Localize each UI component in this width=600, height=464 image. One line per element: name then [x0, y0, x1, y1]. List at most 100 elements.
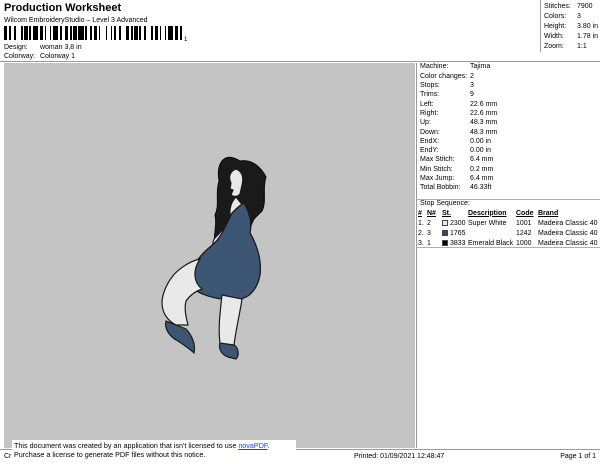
info-row: Trims: 9 — [417, 91, 600, 100]
info-label: EndX: — [420, 137, 440, 145]
col-code: Code — [516, 209, 534, 217]
license-notice: This document was created by an applicat… — [12, 440, 296, 462]
stop-row: 2. 3 1765 1242 Madeira Classic 40 — [417, 229, 600, 239]
notice-text: This document was created by an applicat… — [14, 441, 239, 450]
info-value: 6.4 mm — [470, 175, 494, 183]
software-name: Wilcom EmbroideryStudio – Level 3 Advanc… — [4, 17, 148, 24]
stop-table-header: # N# St. Description Code Brand — [417, 209, 600, 219]
info-row: Min Stitch: 0.2 mm — [417, 165, 600, 174]
col-description: Description — [468, 209, 507, 217]
summary-label: Height: — [544, 22, 567, 30]
summary-row: Colors: 3 — [544, 12, 600, 22]
info-row: EndY: 0.00 in — [417, 147, 600, 156]
stitch-count: 1765 — [449, 229, 466, 237]
page-title: Production Worksheet — [4, 2, 122, 14]
summary-value: 3 — [577, 12, 581, 20]
design-row: Design: woman 3,8 in — [4, 44, 82, 52]
info-value: 22.6 mm — [470, 109, 498, 117]
colorway-row: Colorway: Colorway 1 — [4, 53, 75, 61]
summary-row: Stitches: 7900 — [544, 2, 600, 12]
info-value: 9 — [470, 91, 474, 99]
info-value: 46.33ft — [470, 184, 492, 192]
summary-value: 1:1 — [577, 42, 587, 50]
standing-shoe-shape — [218, 342, 239, 360]
info-row: Max Stitch: 6.4 mm — [417, 156, 600, 165]
stop-code: 1001 — [516, 219, 532, 227]
summary-value: 3.80 in — [577, 22, 599, 30]
info-label: Down: — [420, 128, 440, 136]
color-swatch — [442, 219, 448, 226]
info-row: Color changes: 2 — [417, 72, 600, 81]
info-row: Left: 22.6 mm — [417, 100, 600, 109]
raised-shoe-shape — [165, 320, 196, 355]
printed-timestamp: Printed: 01/09/2021 12:48:47 — [354, 453, 445, 460]
info-row: EndX: 0.00 in — [417, 137, 600, 146]
summary-label: Zoom: — [544, 42, 564, 50]
info-label: Max Jump: — [420, 175, 455, 183]
summary-row: Width: 1.78 in — [544, 32, 600, 42]
stop-row: 1. 2 2300 Super White 1001 Madeira Classic 4… — [417, 219, 600, 229]
info-value: 22.6 mm — [470, 100, 498, 108]
notice-line-1: This document was created by an applicat… — [14, 441, 296, 450]
summary-row: Zoom: 1:1 — [544, 42, 600, 52]
info-label: Min Stitch: — [420, 165, 453, 173]
design-label: Design: — [4, 44, 28, 51]
stop-needle: 3 — [427, 229, 431, 237]
embroidery-figure — [161, 156, 267, 360]
design-summary: Stitches: 7900 Colors: 3 Height: 3.80 in Wi… — [540, 0, 600, 52]
info-label: Color changes: — [420, 72, 468, 80]
info-label: Left: — [420, 100, 434, 108]
page-number: Page 1 of 1 — [560, 453, 596, 460]
info-label: Machine: — [420, 63, 449, 71]
summary-row: Height: 3.80 in — [544, 22, 600, 32]
novapdf-link[interactable]: novaPDF — [238, 441, 267, 450]
summary-label: Width: — [544, 32, 564, 40]
info-label: Stops: — [420, 82, 440, 90]
info-label: Up: — [420, 119, 431, 127]
color-swatch — [442, 239, 448, 246]
info-value: 0.00 in — [470, 147, 492, 155]
info-row: Stops: 3 — [417, 82, 600, 91]
info-value: 2 — [470, 72, 474, 80]
col-index: # — [418, 209, 422, 217]
raised-leg-shape — [161, 258, 204, 326]
notice-line-2: Purchase a license to generate PDF files… — [14, 450, 206, 459]
info-value: 3 — [470, 82, 474, 90]
col-stitches: St. — [442, 209, 451, 217]
info-value: 48.3 mm — [470, 119, 498, 127]
info-label: Trims: — [420, 91, 440, 99]
info-label: Total Bobbin: — [420, 184, 461, 192]
colorway-value: Colorway 1 — [39, 53, 75, 60]
stop-brand: Madeira Classic 40 — [538, 219, 598, 227]
stop-description: Super White — [468, 219, 507, 227]
stop-stitches: 1765 — [441, 229, 467, 239]
info-row: Max Jump: 6.4 mm — [417, 175, 600, 184]
info-row: Up: 48.3 mm — [417, 119, 600, 128]
summary-value: 1.78 in — [577, 32, 599, 40]
info-row: Right: 22.6 mm — [417, 109, 600, 118]
stitch-count: 3833 — [449, 239, 466, 247]
stop-needle: 2 — [427, 219, 431, 227]
info-value: 0.2 mm — [470, 165, 494, 173]
info-row: Total Bobbin: 46.33ft — [417, 184, 600, 193]
barcode-number: 1 — [184, 37, 188, 43]
worksheet-header: Production Worksheet Wilcom EmbroiderySt… — [0, 0, 600, 62]
summary-value: 7900 — [577, 2, 593, 10]
col-needle: N# — [427, 209, 436, 217]
machine-info-panel: Machine: Tajima Color changes: 2 Stops: 3 Trim… — [416, 63, 600, 448]
info-value: 6.4 mm — [470, 156, 494, 164]
info-label: Max Stitch: — [420, 156, 455, 164]
info-value: 0.00 in — [470, 137, 492, 145]
notice-text: . — [267, 441, 270, 450]
design-value: woman 3,8 in — [39, 44, 82, 51]
standing-leg-shape — [218, 294, 243, 347]
footer-left: Cr — [4, 453, 12, 460]
stop-brand: Madeira Classic 40 — [538, 229, 598, 237]
stitch-count: 2300 — [449, 219, 466, 227]
color-swatch — [442, 229, 448, 236]
design-preview — [4, 63, 415, 448]
face-shape — [229, 168, 244, 197]
barcode — [4, 26, 186, 40]
info-label: EndY: — [420, 147, 439, 155]
stop-stitches: 2300 — [441, 219, 467, 229]
